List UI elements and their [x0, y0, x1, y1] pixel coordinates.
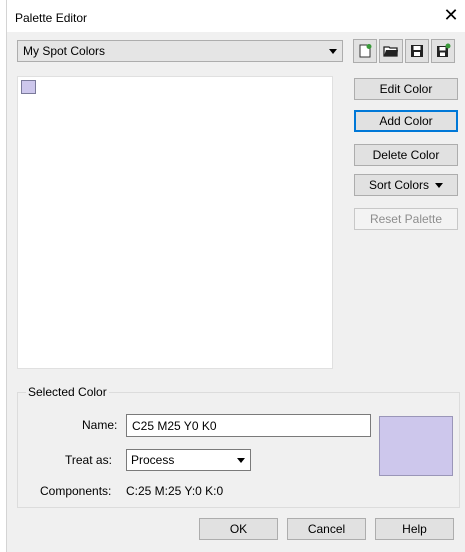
treat-as-select[interactable]: Process [126, 449, 251, 471]
treat-as-label: Treat as: [65, 453, 112, 467]
save-as-palette-button[interactable] [431, 39, 455, 63]
help-button[interactable]: Help [375, 518, 454, 540]
reset-palette-button[interactable]: Reset Palette [354, 208, 458, 230]
edit-color-button[interactable]: Edit Color [354, 78, 458, 100]
cancel-button[interactable]: Cancel [287, 518, 366, 540]
delete-color-button[interactable]: Delete Color [354, 144, 458, 166]
new-palette-icon [359, 44, 372, 58]
dropdown-arrow-icon [435, 183, 444, 189]
title-bar: Palette Editor ✕ [7, 0, 465, 32]
color-swatch-list[interactable] [17, 76, 333, 369]
save-as-palette-icon [437, 43, 451, 57]
chevron-down-icon [237, 458, 245, 463]
sort-colors-button[interactable]: Sort Colors [354, 174, 458, 196]
ok-button[interactable]: OK [199, 518, 278, 540]
save-palette-button[interactable] [405, 39, 429, 63]
color-swatch[interactable] [21, 80, 36, 94]
add-color-button[interactable]: Add Color [354, 110, 458, 132]
chevron-down-icon [329, 49, 337, 54]
close-icon[interactable]: ✕ [440, 4, 462, 26]
selected-color-group: Selected Color Name: C25 M25 Y0 K0 Treat… [17, 385, 460, 508]
name-label: Name: [82, 418, 118, 432]
color-name-field[interactable]: C25 M25 Y0 K0 [126, 414, 371, 437]
palette-editor-dialog: Palette Editor ✕ My Spot Colors Edit Col… [6, 0, 465, 552]
open-palette-button[interactable] [379, 39, 403, 63]
open-palette-icon [383, 46, 398, 57]
selected-color-group-title: Selected Color [26, 385, 109, 399]
treat-as-value: Process [131, 453, 175, 467]
components-label: Components: [40, 484, 112, 498]
components-value: C:25 M:25 Y:0 K:0 [126, 484, 224, 498]
window-title: Palette Editor [15, 11, 88, 25]
palette-dropdown[interactable]: My Spot Colors [17, 40, 343, 62]
color-preview [379, 416, 453, 476]
palette-dropdown-value: My Spot Colors [23, 44, 106, 58]
new-palette-button[interactable] [353, 39, 377, 63]
color-name-value: C25 M25 Y0 K0 [132, 419, 217, 433]
save-palette-icon [411, 45, 423, 57]
sort-colors-label: Sort Colors [368, 178, 430, 192]
